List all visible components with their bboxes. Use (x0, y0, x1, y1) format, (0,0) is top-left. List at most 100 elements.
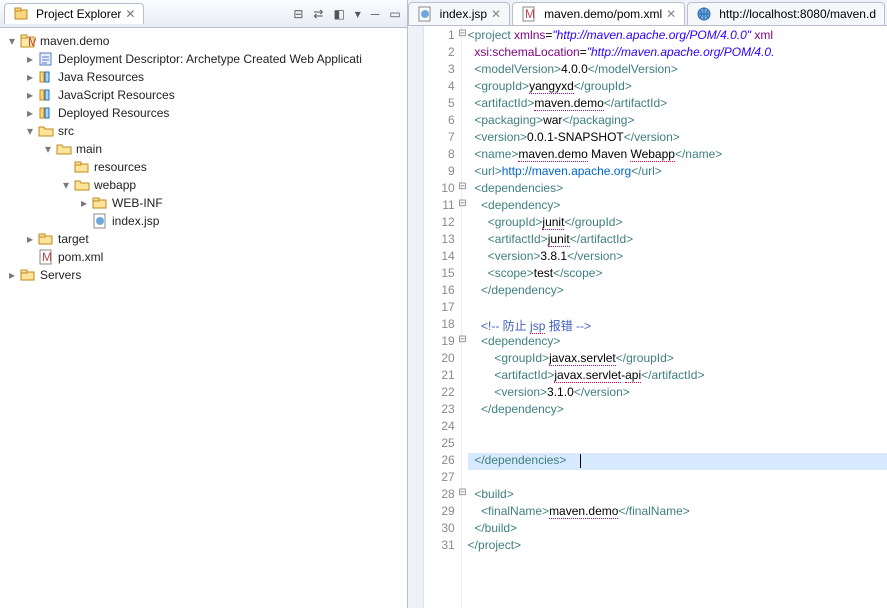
twisty-icon[interactable]: ▾ (4, 34, 20, 48)
project-explorer-tab[interactable]: Project Explorer ✕ (4, 3, 144, 24)
tree-item[interactable]: ▸JavaScript Resources (0, 86, 407, 104)
code-line[interactable]: <dependencies> (468, 181, 887, 198)
line-number[interactable]: 28⊟ (424, 487, 455, 504)
code-line[interactable]: <version>3.8.1</version> (468, 249, 887, 266)
code-line[interactable]: <scope>test</scope> (468, 266, 887, 283)
code-line[interactable]: </project> (468, 538, 887, 555)
editor-tab[interactable]: http://localhost:8080/maven.d (687, 2, 885, 25)
code-line[interactable]: <version>3.1.0</version> (468, 385, 887, 402)
code-line[interactable]: <!-- 防止 jsp 报错 --> (468, 317, 887, 334)
line-number[interactable]: 14 (424, 249, 455, 266)
line-number[interactable]: 25 (424, 436, 455, 453)
tree-item[interactable]: ▸WEB-INF (0, 194, 407, 212)
twisty-icon[interactable]: ▸ (4, 268, 20, 282)
twisty-icon[interactable]: ▾ (22, 124, 38, 138)
code-line[interactable]: <dependency> (468, 198, 887, 215)
line-number[interactable]: 31 (424, 538, 455, 555)
code-line[interactable] (468, 419, 887, 436)
twisty-icon[interactable]: ▾ (58, 178, 74, 192)
line-number[interactable]: 6 (424, 113, 455, 130)
line-number[interactable]: 27 (424, 470, 455, 487)
line-number[interactable]: 26 (424, 453, 455, 470)
code-line[interactable]: <artifactId>junit</artifactId> (468, 232, 887, 249)
twisty-icon[interactable]: ▸ (76, 196, 92, 210)
line-number[interactable]: 21 (424, 368, 455, 385)
line-number[interactable]: 2 (424, 45, 455, 62)
tree-item[interactable]: ▾main (0, 140, 407, 158)
code-line[interactable]: <project xmlns="http://maven.apache.org/… (468, 28, 887, 45)
line-number-gutter[interactable]: 1⊟2345678910⊟11⊟1213141516171819⊟2021222… (424, 26, 462, 608)
line-number[interactable]: 1⊟ (424, 28, 455, 45)
twisty-icon[interactable]: ▾ (40, 142, 56, 156)
code-line[interactable]: <packaging>war</packaging> (468, 113, 887, 130)
close-icon[interactable]: ✕ (491, 7, 501, 21)
twisty-icon[interactable]: ▸ (22, 232, 38, 246)
tree-item[interactable]: ▸Deployed Resources (0, 104, 407, 122)
line-number[interactable]: 24 (424, 419, 455, 436)
line-number[interactable]: 4 (424, 79, 455, 96)
line-number[interactable]: 20 (424, 351, 455, 368)
code-line[interactable] (468, 300, 887, 317)
code-line[interactable]: </build> (468, 521, 887, 538)
line-number[interactable]: 29 (424, 504, 455, 521)
focus-icon[interactable]: ◧ (331, 5, 346, 23)
code-line[interactable]: xsi:schemaLocation="http://maven.apache.… (468, 45, 887, 62)
tree-item[interactable]: ▸Deployment Descriptor: Archetype Create… (0, 50, 407, 68)
tree-item[interactable]: ▾src (0, 122, 407, 140)
tree-item[interactable]: ▸Servers (0, 266, 407, 284)
twisty-icon[interactable]: ▸ (22, 70, 38, 84)
tree-item[interactable]: ▸target (0, 230, 407, 248)
line-number[interactable]: 22 (424, 385, 455, 402)
line-number[interactable]: 5 (424, 96, 455, 113)
code-line[interactable]: <finalName>maven.demo</finalName> (468, 504, 887, 521)
code-line[interactable]: <groupId>yangyxd</groupId> (468, 79, 887, 96)
line-number[interactable]: 3 (424, 62, 455, 79)
line-number[interactable]: 15 (424, 266, 455, 283)
link-editor-icon[interactable]: ⇄ (311, 5, 325, 23)
code-line[interactable]: </dependency> (468, 283, 887, 300)
line-number[interactable]: 8 (424, 147, 455, 164)
code-line[interactable]: <url>http://maven.apache.org</url> (468, 164, 887, 181)
editor-tab[interactable]: index.jsp✕ (408, 2, 510, 25)
line-number[interactable]: 10⊟ (424, 181, 455, 198)
code-line[interactable]: <dependency> (468, 334, 887, 351)
minimize-icon[interactable]: ─ (369, 5, 382, 23)
line-number[interactable]: 11⊟ (424, 198, 455, 215)
code-line[interactable]: <artifactId>maven.demo</artifactId> (468, 96, 887, 113)
code-line[interactable]: <modelVersion>4.0.0</modelVersion> (468, 62, 887, 79)
code-editor[interactable]: <project xmlns="http://maven.apache.org/… (462, 26, 887, 608)
tree-item[interactable]: Mpom.xml (0, 248, 407, 266)
code-line[interactable] (468, 436, 887, 453)
tree-item[interactable]: ▾webapp (0, 176, 407, 194)
line-number[interactable]: 12 (424, 215, 455, 232)
code-line[interactable]: <artifactId>javax.servlet-api</artifactI… (468, 368, 887, 385)
code-line[interactable] (468, 470, 887, 487)
close-icon[interactable]: ✕ (666, 7, 676, 21)
twisty-icon[interactable]: ▸ (22, 88, 38, 102)
twisty-icon[interactable]: ▸ (22, 52, 38, 66)
collapse-all-icon[interactable]: ⊟ (291, 5, 305, 23)
code-line[interactable]: </dependency> (468, 402, 887, 419)
line-number[interactable]: 19⊟ (424, 334, 455, 351)
maximize-icon[interactable]: ▭ (387, 5, 402, 23)
editor-tab[interactable]: Mmaven.demo/pom.xml✕ (512, 2, 685, 25)
line-number[interactable]: 7 (424, 130, 455, 147)
code-line[interactable]: <name>maven.demo Maven Webapp</name> (468, 147, 887, 164)
tree-item[interactable]: ▾Mmaven.demo (0, 32, 407, 50)
code-line[interactable]: </dependencies> (468, 453, 887, 470)
view-menu-icon[interactable]: ▾ (353, 5, 363, 23)
code-line[interactable]: <build> (468, 487, 887, 504)
code-line[interactable]: <groupId>javax.servlet</groupId> (468, 351, 887, 368)
code-line[interactable]: <groupId>junit</groupId> (468, 215, 887, 232)
twisty-icon[interactable]: ▸ (22, 106, 38, 120)
tree-item[interactable]: index.jsp (0, 212, 407, 230)
line-number[interactable]: 17 (424, 300, 455, 317)
tree-item[interactable]: resources (0, 158, 407, 176)
line-number[interactable]: 9 (424, 164, 455, 181)
line-number[interactable]: 18 (424, 317, 455, 334)
tree-item[interactable]: ▸Java Resources (0, 68, 407, 86)
line-number[interactable]: 16 (424, 283, 455, 300)
close-icon[interactable]: ✕ (125, 7, 135, 21)
project-tree[interactable]: ▾Mmaven.demo▸Deployment Descriptor: Arch… (0, 28, 407, 608)
code-line[interactable]: <version>0.0.1-SNAPSHOT</version> (468, 130, 887, 147)
